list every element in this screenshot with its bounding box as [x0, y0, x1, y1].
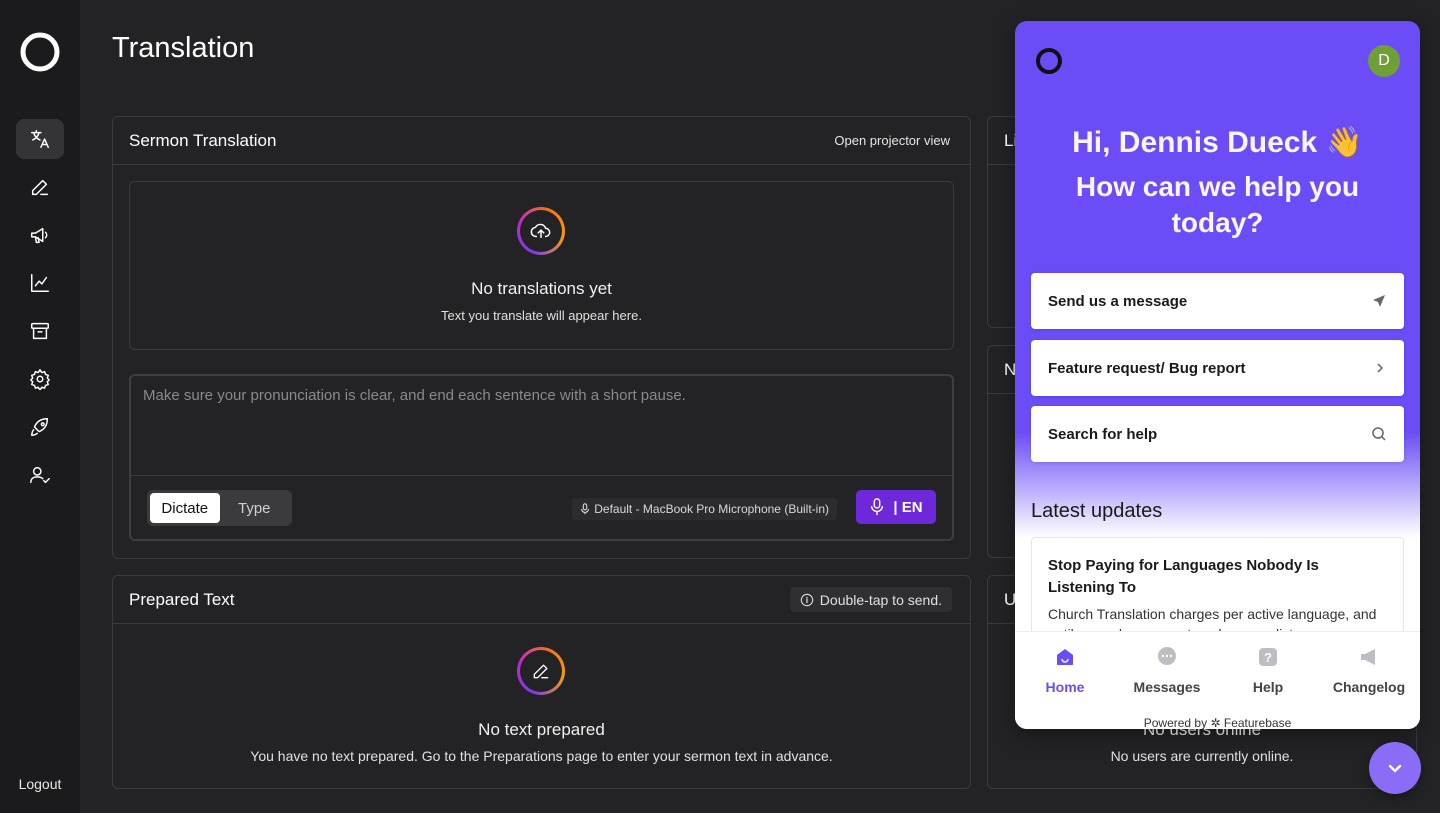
- language-label: | EN: [893, 498, 923, 516]
- info-icon: [800, 593, 814, 606]
- action-label: Search for help: [1048, 425, 1158, 443]
- card-header: Sermon Translation Open projector view: [113, 117, 970, 165]
- tab-label: Help: [1252, 679, 1284, 695]
- microphone-device-label: Default - MacBook Pro Microphone (Built-…: [594, 502, 829, 516]
- card-title: Sermon Translation: [129, 131, 277, 150]
- widget-help-heading: How can we help you today?: [1075, 171, 1360, 238]
- tab-messages[interactable]: Messages: [1122, 646, 1212, 695]
- tab-changelog[interactable]: Changelog: [1324, 646, 1414, 695]
- empty-subtitle: You have no text prepared. Go to the Pre…: [250, 748, 833, 764]
- tab-home[interactable]: Home: [1020, 646, 1110, 695]
- widget-greeting: Hi, Dennis Dueck 👋: [1072, 126, 1363, 159]
- start-dictation-button[interactable]: | EN: [856, 490, 936, 524]
- app-logo[interactable]: [19, 31, 61, 73]
- card-header: Prepared Text Double-tap to send.: [113, 576, 970, 624]
- search-help-button[interactable]: Search for help: [1031, 406, 1404, 462]
- update-title: Stop Paying for Languages Nobody Is List…: [1048, 557, 1319, 596]
- sermon-translation-card: Sermon Translation Open projector view N…: [112, 116, 971, 559]
- logout-button[interactable]: Logout: [0, 776, 80, 792]
- sidebar-item-translation[interactable]: [16, 119, 64, 159]
- widget-logo: [1036, 48, 1062, 74]
- users-empty-subtitle: No users are currently online.: [1110, 748, 1294, 764]
- chart-icon: [31, 274, 49, 292]
- search-icon: [1372, 427, 1386, 441]
- card-title: Prepared Text: [129, 590, 235, 609]
- tab-help[interactable]: ? Help: [1223, 646, 1313, 695]
- empty-subtitle: Text you translate will appear here.: [441, 308, 642, 323]
- avatar[interactable]: D: [1368, 45, 1400, 77]
- tab-label: Home: [1045, 679, 1085, 695]
- translations-empty-state: No translations yet Text you translate w…: [129, 181, 954, 350]
- rocket-icon: [31, 418, 49, 436]
- archive-icon: [31, 322, 49, 340]
- megaphone-icon: [31, 227, 48, 244]
- dictation-input-box: Dictate Type Default - MacBook Pro Micro…: [129, 374, 954, 541]
- empty-title: No text prepared: [478, 720, 605, 739]
- type-mode-button[interactable]: Type: [220, 493, 290, 523]
- microphone-icon: [871, 498, 884, 516]
- chat-icon: [1158, 647, 1176, 665]
- widget-toggle-button[interactable]: [1369, 742, 1421, 794]
- dictate-mode-button[interactable]: Dictate: [150, 493, 220, 523]
- megaphone-icon: [1361, 649, 1375, 665]
- featurebase-icon: ✲: [1210, 716, 1221, 729]
- send-message-button[interactable]: Send us a message: [1031, 273, 1404, 329]
- edit-icon: [517, 647, 565, 695]
- sidebar-item-archive[interactable]: [16, 311, 64, 351]
- page-title: Translation: [112, 32, 255, 64]
- sidebar: Logout: [0, 0, 80, 813]
- empty-title: No translations yet: [471, 279, 612, 298]
- double-tap-hint: Double-tap to send.: [789, 587, 952, 612]
- open-projector-button[interactable]: Open projector view: [834, 133, 950, 148]
- latest-updates-heading: Latest updates: [1031, 500, 1163, 522]
- mode-toggle: Dictate Type: [147, 490, 292, 526]
- translate-icon: [31, 130, 49, 148]
- microphone-selector[interactable]: Default - MacBook Pro Microphone (Built-…: [572, 498, 837, 520]
- sidebar-item-analytics[interactable]: [16, 263, 64, 303]
- sidebar-item-launch[interactable]: [16, 407, 64, 447]
- pencil-icon: [31, 179, 49, 196]
- powered-by-label: Powered by: [1143, 716, 1208, 729]
- translation-text-input[interactable]: [131, 376, 952, 475]
- action-label: Feature request/ Bug report: [1048, 359, 1246, 377]
- sidebar-item-users[interactable]: [16, 455, 64, 495]
- action-label: Send us a message: [1048, 292, 1188, 310]
- microphone-icon: [581, 503, 590, 515]
- tab-label: Changelog: [1332, 679, 1406, 695]
- help-icon: ?: [1259, 648, 1277, 666]
- widget-tab-bar: Home Messages ? Help Changelog Powered b…: [1015, 631, 1420, 729]
- sidebar-item-settings[interactable]: [16, 359, 64, 399]
- tab-label: Messages: [1133, 679, 1201, 695]
- svg-text:?: ?: [1264, 650, 1272, 665]
- sidebar-item-preparations[interactable]: [16, 167, 64, 207]
- input-area: [131, 376, 952, 476]
- user-check-icon: [30, 466, 50, 484]
- chevron-right-icon: [1377, 363, 1384, 373]
- gear-icon: [30, 369, 50, 390]
- prepared-text-card: Prepared Text Double-tap to send. No tex…: [112, 575, 971, 789]
- home-icon: [1057, 649, 1073, 665]
- powered-by-brand: Featurebase: [1223, 716, 1292, 729]
- support-widget: D Hi, Dennis Dueck 👋 How can we help you…: [1015, 21, 1420, 729]
- feature-request-button[interactable]: Feature request/ Bug report: [1031, 340, 1404, 396]
- chevron-down-icon: [1388, 764, 1402, 773]
- hint-text: Double-tap to send.: [819, 591, 942, 608]
- sidebar-item-announcements[interactable]: [16, 215, 64, 255]
- powered-by[interactable]: Powered by ✲ Featurebase: [1015, 716, 1420, 729]
- send-icon: [1373, 295, 1385, 307]
- upload-icon: [517, 207, 565, 255]
